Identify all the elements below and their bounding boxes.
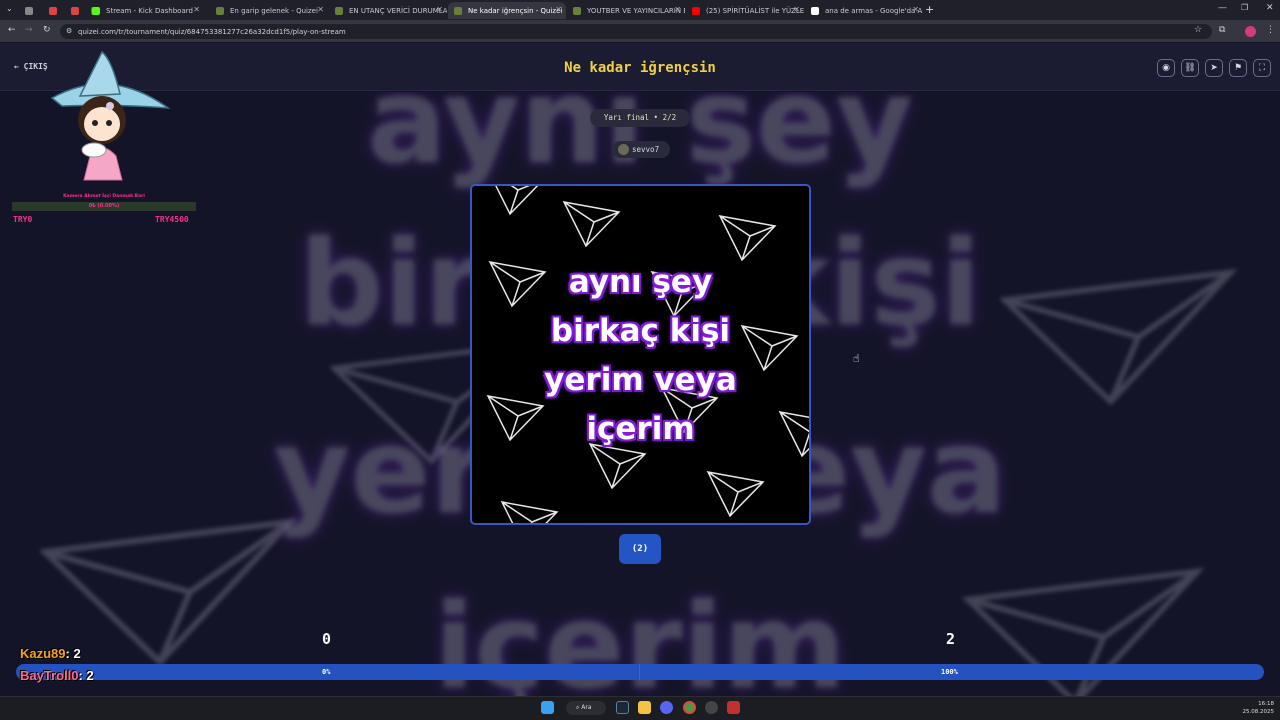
donation-goal-max: TRY4500	[155, 215, 189, 224]
restore-icon[interactable]: ❐	[1241, 3, 1248, 12]
url-text: quizei.com/tr/tournament/quiz/6847533812…	[78, 28, 346, 36]
tab-favicon-icon	[692, 7, 700, 15]
tab-favicon-icon	[335, 7, 343, 15]
minimize-icon[interactable]: —	[1218, 3, 1227, 13]
profile-avatar[interactable]	[1245, 26, 1256, 37]
tab-close-icon[interactable]: ✕	[436, 5, 443, 14]
streamer-avatar-image	[50, 50, 170, 181]
discord-icon[interactable]	[660, 701, 673, 714]
system-clock: 16:18 25.08.2025	[1230, 700, 1275, 716]
tab-close-icon[interactable]: ✕	[912, 5, 919, 14]
tab-favicon-icon	[573, 7, 581, 15]
tab-favicon-icon	[71, 7, 79, 15]
tab-label: (25) SPİRİTÜALİST ile YÜZLEŞM	[706, 7, 804, 15]
left-score: 0	[322, 630, 332, 648]
tab-label: En garip gelenek - Quizei	[230, 7, 318, 15]
page-title: Ne kadar iğrençsin	[564, 60, 716, 76]
browser-menu-icon[interactable]: ⋮	[1266, 25, 1275, 35]
vote-progress-divider	[639, 664, 640, 680]
app-icon[interactable]	[727, 701, 740, 714]
browser-tab[interactable]: (25) SPİRİTÜALİST ile YÜZLEŞM ✕	[686, 2, 804, 19]
eye-icon[interactable]: ◉	[1157, 59, 1175, 77]
browser-tab[interactable]: ana de armas - Google'da Ara ✕	[805, 2, 923, 19]
donation-goal-min: TRY0	[13, 215, 33, 224]
tab-close-icon[interactable]: ✕	[674, 5, 681, 14]
tab-label: ana de armas - Google'da Ara	[825, 7, 923, 15]
tab-close-icon[interactable]: ✕	[193, 5, 200, 14]
link-icon[interactable]: ⛓	[1181, 59, 1199, 77]
bookmark-star-icon[interactable]: ☆	[1194, 25, 1202, 35]
tab-favicon-icon	[49, 7, 57, 15]
tab-label: EN UTANÇ VERİCİ DURUMLAR	[349, 7, 447, 15]
option-text-line: birkaç kişi	[550, 313, 731, 349]
option-text-line: yerim veya	[544, 362, 737, 398]
browser-tab[interactable]	[44, 2, 62, 19]
tab-favicon-icon	[811, 7, 819, 15]
right-percent: 100%	[941, 668, 958, 676]
forward-icon[interactable]: →	[25, 25, 33, 35]
leaderboard-row: Kazu89: 2	[20, 646, 81, 661]
tab-favicon-icon	[92, 7, 100, 15]
option-text-line: aynı şey	[568, 264, 713, 300]
tab-favicon-icon	[454, 7, 462, 15]
browser-tab[interactable]: En garip gelenek - Quizei ✕	[210, 2, 328, 19]
windows-start-icon[interactable]	[541, 701, 554, 714]
tab-label: Stream - Kick Dashboard	[106, 7, 193, 15]
chrome-icon[interactable]	[683, 701, 696, 714]
new-tab-button[interactable]: +	[925, 3, 934, 16]
leaderboard-score: : 2	[65, 646, 81, 661]
donation-goal-amount: 0₺ (0.00%)	[88, 203, 120, 209]
round-badge: Yarı final • 2/2	[590, 109, 690, 127]
option-text-line: içerim	[586, 411, 695, 447]
vote-button[interactable]: (2)	[619, 534, 661, 564]
taskbar-search[interactable]: ⌕ Ara	[566, 701, 606, 715]
tab-menu-icon[interactable]: ⌄	[6, 4, 13, 13]
browser-tab[interactable]: Ne kadar iğrençsin - Quizei ✕	[448, 2, 566, 19]
leaderboard-name: BayTroll0	[20, 668, 79, 683]
url-field[interactable]: ⚙ quizei.com/tr/tournament/quiz/68475338…	[60, 24, 1212, 39]
reload-icon[interactable]: ↻	[43, 25, 51, 35]
browser-tab[interactable]: EN UTANÇ VERİCİ DURUMLAR ✕	[329, 2, 447, 19]
flag-icon[interactable]: ⚑	[1229, 59, 1247, 77]
left-percent: 0%	[322, 668, 331, 676]
vote-progress-bar	[16, 664, 1264, 680]
right-score: 2	[946, 630, 956, 648]
tab-close-icon[interactable]: ✕	[793, 5, 800, 14]
search-icon: ⌕	[576, 704, 580, 711]
creator-badge[interactable]: sevvo7	[612, 141, 670, 158]
mouse-cursor-icon: ☝	[853, 352, 860, 365]
fullscreen-icon[interactable]: ⛶	[1253, 59, 1271, 77]
tab-favicon-icon	[216, 7, 224, 15]
leaderboard-row: BayTroll0: 2	[20, 668, 94, 683]
option-card[interactable]: aynı şey birkaç kişi yerim veya içerim	[470, 184, 811, 525]
steam-icon[interactable]	[616, 701, 629, 714]
tab-label: YOUTBER VE YAYINCILARIN EN	[587, 7, 685, 15]
browser-tab[interactable]: Stream - Kick Dashboard ✕	[86, 2, 204, 19]
browser-tab[interactable]	[66, 2, 84, 19]
leaderboard-name: Kazu89	[20, 646, 66, 661]
close-window-icon[interactable]: ✕	[1266, 3, 1274, 13]
extensions-icon[interactable]: ⧉	[1219, 25, 1225, 35]
browser-tab-bar: ⌄ Stream - Kick Dashboard ✕ En garip gelen…	[0, 0, 1280, 20]
leaderboard-score: : 2	[78, 668, 94, 683]
tab-close-icon[interactable]: ✕	[317, 5, 324, 14]
username: sevvo7	[632, 145, 660, 154]
back-icon[interactable]: ←	[8, 25, 16, 35]
donation-goal-title: Kamera Ahmet İşçi Danmak Bari	[63, 194, 145, 199]
clock-time: 16:18	[1258, 701, 1274, 707]
tab-close-icon[interactable]: ✕	[555, 5, 562, 14]
tab-label: Ne kadar iğrençsin - Quizei	[468, 7, 563, 15]
site-info-icon[interactable]: ⚙	[66, 27, 72, 35]
option-text: aynı şey birkaç kişi yerim veya içerim	[472, 258, 809, 454]
browser-tab[interactable]	[20, 2, 38, 19]
clock-date: 25.08.2025	[1242, 709, 1275, 715]
avatar	[618, 144, 629, 155]
obs-icon[interactable]	[705, 701, 718, 714]
browser-tab[interactable]: YOUTBER VE YAYINCILARIN EN ✕	[567, 2, 685, 19]
file-explorer-icon[interactable]	[638, 701, 651, 714]
tab-favicon-icon	[25, 7, 33, 15]
send-icon[interactable]: ➤	[1205, 59, 1223, 77]
